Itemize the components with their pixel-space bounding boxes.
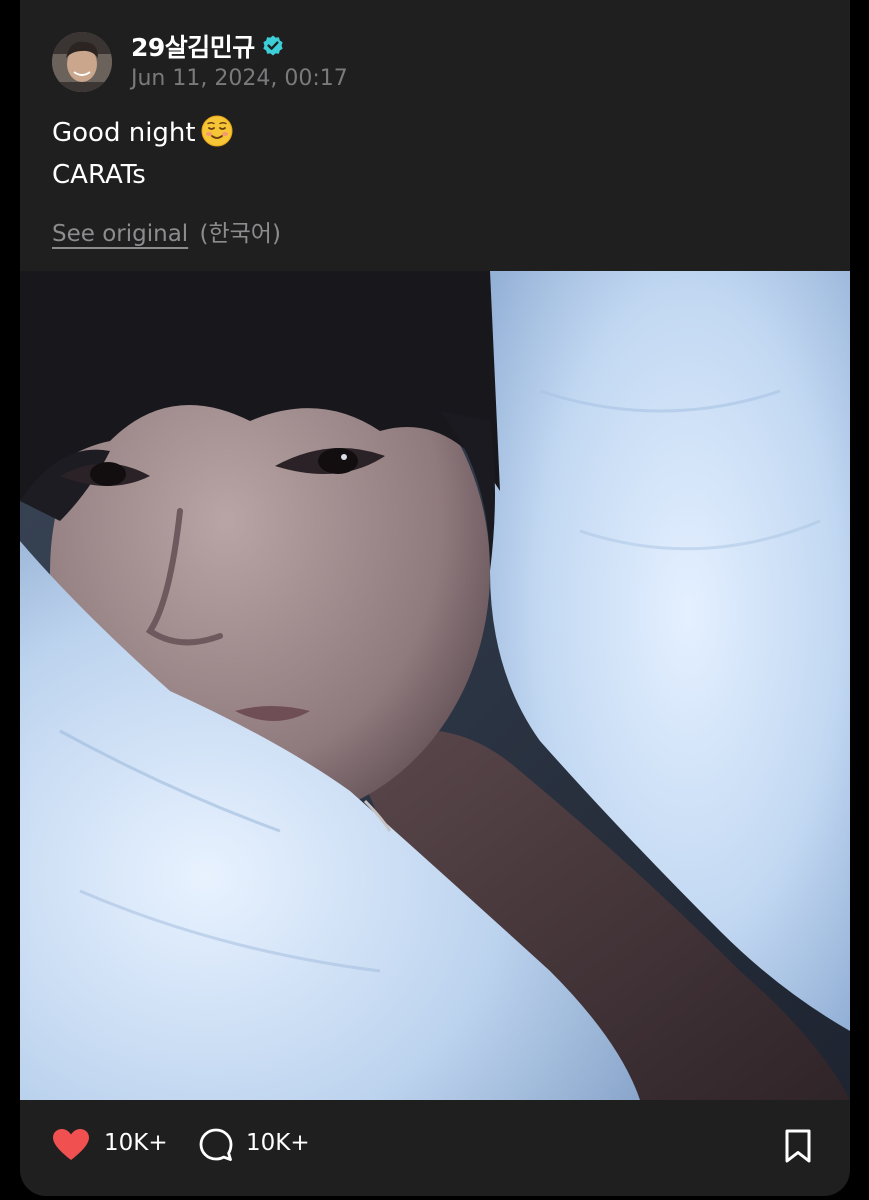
avatar[interactable] bbox=[52, 32, 112, 92]
comment-count[interactable]: 10K+ bbox=[246, 1130, 310, 1156]
post-body: Good night CARATs bbox=[52, 112, 234, 196]
post-photo-image bbox=[20, 271, 850, 1100]
like-count[interactable]: 10K+ bbox=[104, 1130, 168, 1156]
original-language-note: (한국어) bbox=[199, 221, 281, 247]
post-timestamp: Jun 11, 2024, 00:17 bbox=[131, 66, 348, 91]
post-photo[interactable] bbox=[20, 271, 850, 1100]
smiling-face-emoji-icon bbox=[201, 115, 233, 147]
heart-icon[interactable] bbox=[52, 1128, 90, 1162]
post-line-1: Good night bbox=[52, 112, 234, 154]
see-original-link[interactable]: See original bbox=[52, 221, 188, 247]
author-name[interactable]: 29살김민규 bbox=[131, 28, 255, 64]
avatar-image bbox=[52, 32, 112, 92]
bookmark-icon[interactable] bbox=[782, 1128, 814, 1164]
translation-row: See original (한국어) bbox=[52, 214, 281, 248]
post-actions: 10K+ 10K+ bbox=[20, 1100, 850, 1196]
post-line-1-text: Good night bbox=[52, 118, 196, 148]
post-card: 29살김민규 Jun 11, 2024, 00:17 Good night CA… bbox=[20, 0, 850, 1196]
author-row: 29살김민규 bbox=[131, 28, 285, 64]
post-line-2: CARATs bbox=[52, 160, 146, 190]
verified-badge-icon bbox=[263, 35, 283, 56]
comment-bubble-icon[interactable] bbox=[198, 1127, 234, 1163]
